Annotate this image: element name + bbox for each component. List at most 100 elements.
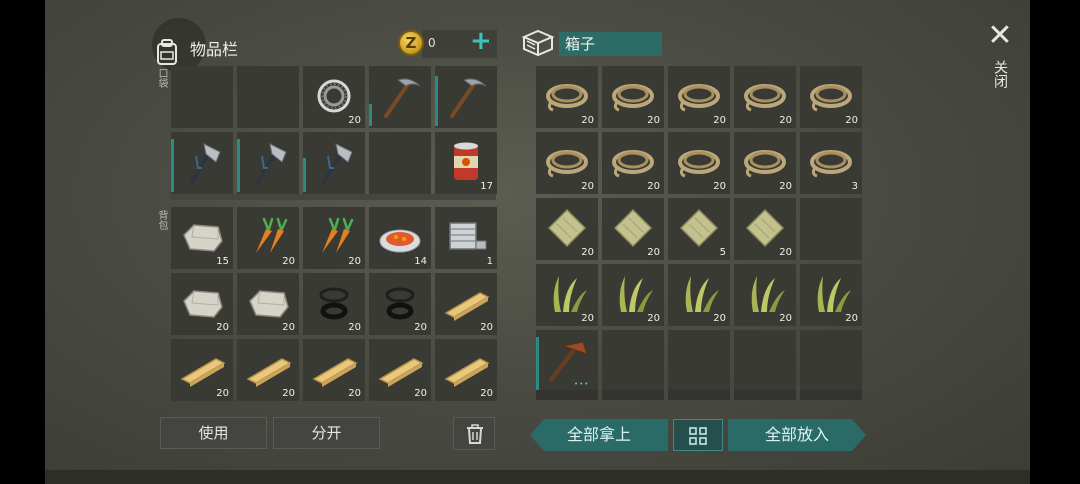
durability-bar — [171, 139, 174, 192]
item-quantity: 20 — [282, 256, 295, 267]
stone-icon — [249, 290, 289, 318]
box-slot[interactable]: 20 — [800, 264, 862, 326]
box-slot[interactable]: 20 — [602, 264, 664, 326]
hatchet-icon — [256, 143, 287, 184]
backpack-label: 背包 — [156, 210, 167, 230]
item-quantity: 20 — [581, 115, 594, 126]
rope-icon — [744, 84, 786, 112]
box-slot-partial — [536, 390, 598, 400]
box-slot[interactable] — [668, 330, 730, 392]
durability-bar — [435, 76, 438, 126]
backpack-slot[interactable]: 20 — [369, 273, 431, 335]
backpack-slot[interactable]: 20 — [303, 339, 365, 401]
item-quantity: 20 — [713, 313, 726, 324]
box-slot[interactable]: 20 — [668, 264, 730, 326]
bearing-icon — [317, 79, 351, 113]
backpack-slot[interactable]: 20 — [237, 339, 299, 401]
backpack-slot[interactable]: 20 — [171, 339, 233, 401]
pocket-slot[interactable] — [303, 132, 365, 194]
box-slot[interactable]: 3 — [800, 132, 862, 194]
item-quantity: 15 — [216, 256, 229, 267]
cooked-vegetables-icon — [379, 229, 421, 253]
box-slot[interactable]: 20 — [536, 198, 598, 260]
pocket-slot[interactable] — [237, 132, 299, 194]
backpack-slot[interactable]: 20 — [303, 207, 365, 269]
durability-bar — [536, 337, 539, 390]
pocket-slot[interactable] — [369, 66, 431, 128]
item-quantity: 20 — [348, 388, 361, 399]
plank-icon — [180, 358, 226, 387]
rope-icon — [678, 84, 720, 112]
item-quantity: 20 — [845, 313, 858, 324]
pocket-slot[interactable] — [369, 132, 431, 194]
take-all-button[interactable]: 全部拿上 — [530, 419, 668, 451]
item-quantity: 3 — [851, 181, 858, 192]
backpack-slot[interactable]: 1 — [435, 207, 497, 269]
backpack-slot[interactable]: 20 — [303, 273, 365, 335]
backpack-slot[interactable]: 20 — [435, 273, 497, 335]
item-quantity: 20 — [216, 388, 229, 399]
box-slot[interactable]: 20 — [668, 132, 730, 194]
plank-icon — [246, 358, 292, 387]
box-slot[interactable]: 5 — [668, 198, 730, 260]
plank-icon — [444, 358, 490, 387]
put-all-button[interactable]: 全部放入 — [728, 419, 866, 451]
box-slot[interactable]: 20 — [668, 66, 730, 128]
item-quantity: 20 — [282, 388, 295, 399]
pocket-slot[interactable] — [435, 66, 497, 128]
item-quantity: 20 — [845, 115, 858, 126]
box-slot[interactable]: 20 — [536, 264, 598, 326]
rubber-ring-icon — [385, 287, 415, 320]
box-slot[interactable]: 20 — [734, 66, 796, 128]
item-quantity: 20 — [647, 181, 660, 192]
box-slot[interactable]: 20 — [734, 198, 796, 260]
carrot-icon — [256, 217, 288, 253]
box-slot-partial — [800, 390, 862, 400]
box-slot[interactable]: 20 — [536, 132, 598, 194]
box-slot[interactable]: 20 — [734, 132, 796, 194]
split-button[interactable]: 分开 — [273, 417, 380, 449]
use-button[interactable]: 使用 — [160, 417, 267, 449]
rope-icon — [810, 84, 852, 112]
backpack-slot[interactable]: 15 — [171, 207, 233, 269]
box-slot[interactable] — [734, 330, 796, 392]
box-slot[interactable]: 20 — [734, 264, 796, 326]
backpack-slot[interactable]: 20 — [171, 273, 233, 335]
pickaxe-icon — [450, 78, 487, 118]
backpack-slot[interactable]: 20 — [237, 207, 299, 269]
pocket-label: 口袋 — [156, 68, 167, 88]
box-slot[interactable]: 20 — [536, 66, 598, 128]
pocket-slot[interactable]: 17 — [435, 132, 497, 194]
backpack-slot[interactable]: 14 — [369, 207, 431, 269]
pocket-slot[interactable] — [237, 66, 299, 128]
add-coins-button[interactable]: + — [470, 28, 492, 54]
backpack-slot[interactable]: 20 — [369, 339, 431, 401]
backpack-slot[interactable]: 20 — [435, 339, 497, 401]
box-slot[interactable]: 20 — [602, 66, 664, 128]
box-slot[interactable] — [602, 330, 664, 392]
backpack-slot[interactable]: 20 — [237, 273, 299, 335]
box-slot[interactable] — [800, 198, 862, 260]
box-title: 箱子 — [559, 32, 662, 56]
box-slot[interactable]: ••• — [536, 330, 598, 392]
pocket-slot[interactable] — [171, 132, 233, 194]
box-slot[interactable]: 20 — [602, 132, 664, 194]
item-quantity: 20 — [480, 322, 493, 333]
close-label[interactable]: 关闭 — [990, 60, 1010, 88]
plant-fiber-icon — [685, 276, 719, 312]
sort-button[interactable] — [673, 419, 723, 451]
box-slot[interactable] — [800, 330, 862, 392]
trash-button[interactable] — [453, 417, 495, 450]
pocket-slot[interactable]: 20 — [303, 66, 365, 128]
close-icon[interactable]: ✕ — [985, 21, 1015, 52]
box-slot[interactable]: 20 — [800, 66, 862, 128]
item-quantity: 20 — [779, 247, 792, 258]
plank-icon — [312, 358, 358, 387]
item-quantity: 20 — [348, 115, 361, 126]
item-status-dots: ••• — [574, 380, 590, 388]
item-quantity: 20 — [779, 115, 792, 126]
coin-icon: Z — [398, 30, 424, 56]
item-quantity: 20 — [480, 388, 493, 399]
pocket-slot[interactable] — [171, 66, 233, 128]
box-slot[interactable]: 20 — [602, 198, 664, 260]
